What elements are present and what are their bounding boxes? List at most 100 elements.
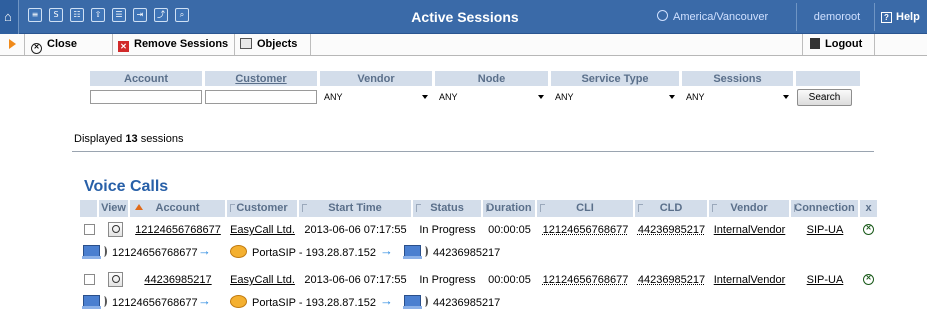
table-icon[interactable]: ☰ — [112, 8, 126, 22]
grid-icon[interactable]: ☷ — [70, 8, 84, 22]
node-select-value: ANY — [439, 92, 458, 102]
arrow-right-icon: → — [198, 293, 211, 308]
column-select — [80, 200, 98, 217]
connection-link[interactable]: SIP-UA — [791, 219, 859, 241]
row-checkbox[interactable] — [84, 274, 95, 285]
upload-icon[interactable]: ⇧ — [91, 8, 105, 22]
column-cld[interactable]: CLD — [635, 200, 708, 217]
logout-label: Logout — [825, 38, 863, 50]
filter-header-service-type: Service Type — [550, 70, 680, 87]
summary-suffix: sessions — [140, 133, 184, 145]
computer-icon — [82, 245, 101, 259]
sort-icon — [416, 204, 421, 212]
call-flow: 12124656768677 → PortaSIP - 193.28.87.15… — [80, 291, 878, 313]
section-title: Voice Calls — [84, 178, 169, 195]
close-button[interactable]: ✕ Close — [31, 34, 77, 55]
export-icon[interactable]: ⇥ — [133, 8, 147, 22]
column-x: x — [860, 200, 878, 217]
column-status[interactable]: Status — [413, 200, 482, 217]
toolbar-divider — [112, 34, 113, 55]
column-start-time[interactable]: Start Time — [299, 200, 412, 217]
start-time: 2013-06-06 07:17:55 — [304, 274, 407, 286]
column-vendor[interactable]: Vendor — [709, 200, 790, 217]
view-details-icon[interactable] — [108, 272, 123, 287]
account-link[interactable]: 44236985217 — [130, 269, 226, 291]
dollar-icon[interactable]: S — [49, 8, 63, 22]
vendor-select-value: ANY — [324, 92, 343, 102]
vendor-select[interactable]: ANY — [320, 90, 432, 104]
start-time: 2013-06-06 07:17:55 — [304, 224, 407, 236]
search-icon[interactable]: ⌕ — [175, 8, 189, 22]
row-checkbox[interactable] — [84, 224, 95, 235]
objects-button[interactable]: Objects — [240, 34, 297, 55]
customer-link[interactable]: EasyCall Ltd. — [227, 219, 298, 241]
column-connection[interactable]: Connection — [791, 200, 859, 217]
computer-icon — [403, 245, 422, 259]
sessions-summary: Displayed 13 sessions — [74, 133, 183, 145]
service-type-select[interactable]: ANY — [551, 90, 679, 104]
sound-wave-icon — [422, 296, 428, 307]
cli-value[interactable]: 12124656768677 — [537, 219, 634, 241]
account-link[interactable]: 12124656768677 — [130, 219, 226, 241]
customer-input[interactable] — [205, 90, 317, 104]
timezone-label: America/Vancouver — [673, 11, 769, 23]
column-duration[interactable]: Duration — [483, 200, 536, 217]
customer-link[interactable]: EasyCall Ltd. — [227, 269, 298, 291]
column-cli[interactable]: CLI — [537, 200, 634, 217]
flow-node: PortaSIP - 193.28.87.152 — [252, 247, 376, 259]
user-link[interactable]: demoroot — [802, 0, 872, 34]
nav-icon-group: ≡ S ☷ ⇧ ☰ ⇥ ⤴ ⌕ — [28, 8, 196, 22]
filter-header-node: Node — [434, 70, 549, 87]
timezone-link[interactable]: America/Vancouver — [657, 0, 768, 34]
arrow-right-icon: → — [380, 243, 393, 258]
objects-label: Objects — [257, 38, 298, 50]
column-account[interactable]: Account — [130, 200, 226, 217]
chart-icon[interactable]: ⤴ — [154, 8, 168, 22]
account-input[interactable] — [90, 90, 202, 104]
duration: 00:00:05 — [488, 224, 531, 236]
connection-link[interactable]: SIP-UA — [791, 269, 859, 291]
remove-sessions-label: Remove Sessions — [134, 38, 229, 50]
arrow-right-icon: → — [380, 293, 393, 308]
close-icon: ✕ — [31, 43, 42, 54]
flow-node: PortaSIP - 193.28.87.152 — [252, 297, 376, 309]
toolbar-divider — [310, 34, 311, 55]
toolbar-divider — [802, 34, 803, 55]
cld-value[interactable]: 44236985217 — [635, 269, 708, 291]
column-customer[interactable]: Customer — [227, 200, 298, 217]
sessions-select[interactable]: ANY — [682, 90, 793, 104]
cli-value[interactable]: 12124656768677 — [537, 269, 634, 291]
sound-wave-icon — [422, 246, 428, 257]
column-vendor-label: Vendor — [730, 202, 768, 214]
disconnect-icon[interactable]: ✕ — [863, 274, 874, 285]
table-row: 44236985217 EasyCall Ltd. 2013-06-06 07:… — [80, 269, 878, 291]
column-duration-label: Duration — [486, 202, 532, 214]
cld-value[interactable]: 44236985217 — [635, 219, 708, 241]
help-link[interactable]: ? Help — [881, 0, 920, 34]
table-header: View Account Customer Start Time Status … — [80, 200, 878, 217]
orange-arrow-icon — [9, 39, 16, 49]
vendor-link[interactable]: InternalVendor — [709, 219, 790, 241]
column-cld-label: CLD — [659, 202, 683, 214]
remove-sessions-button[interactable]: ✕ Remove Sessions — [118, 34, 228, 55]
filter-header-customer[interactable]: Customer — [204, 70, 318, 87]
filter-header-account: Account — [89, 70, 203, 87]
view-details-icon[interactable] — [108, 222, 123, 237]
list-icon[interactable]: ≡ — [28, 8, 42, 22]
logout-icon — [810, 38, 820, 49]
vendor-link[interactable]: InternalVendor — [709, 269, 790, 291]
search-button[interactable]: Search — [797, 89, 852, 106]
sort-icon — [712, 204, 717, 212]
home-button[interactable]: ⌂ — [0, 0, 19, 34]
topbar-divider — [874, 3, 875, 31]
disconnect-icon[interactable]: ✕ — [863, 224, 874, 235]
node-select[interactable]: ANY — [435, 90, 548, 104]
chevron-down-icon — [422, 95, 428, 99]
close-label: Close — [47, 38, 77, 50]
filter-header-vendor: Vendor — [319, 70, 433, 87]
page-title: Active Sessions — [411, 9, 519, 25]
sort-icon — [486, 204, 491, 212]
logout-button[interactable]: Logout — [810, 34, 862, 55]
toolbar-divider — [874, 34, 875, 55]
sort-asc-icon — [135, 204, 143, 210]
